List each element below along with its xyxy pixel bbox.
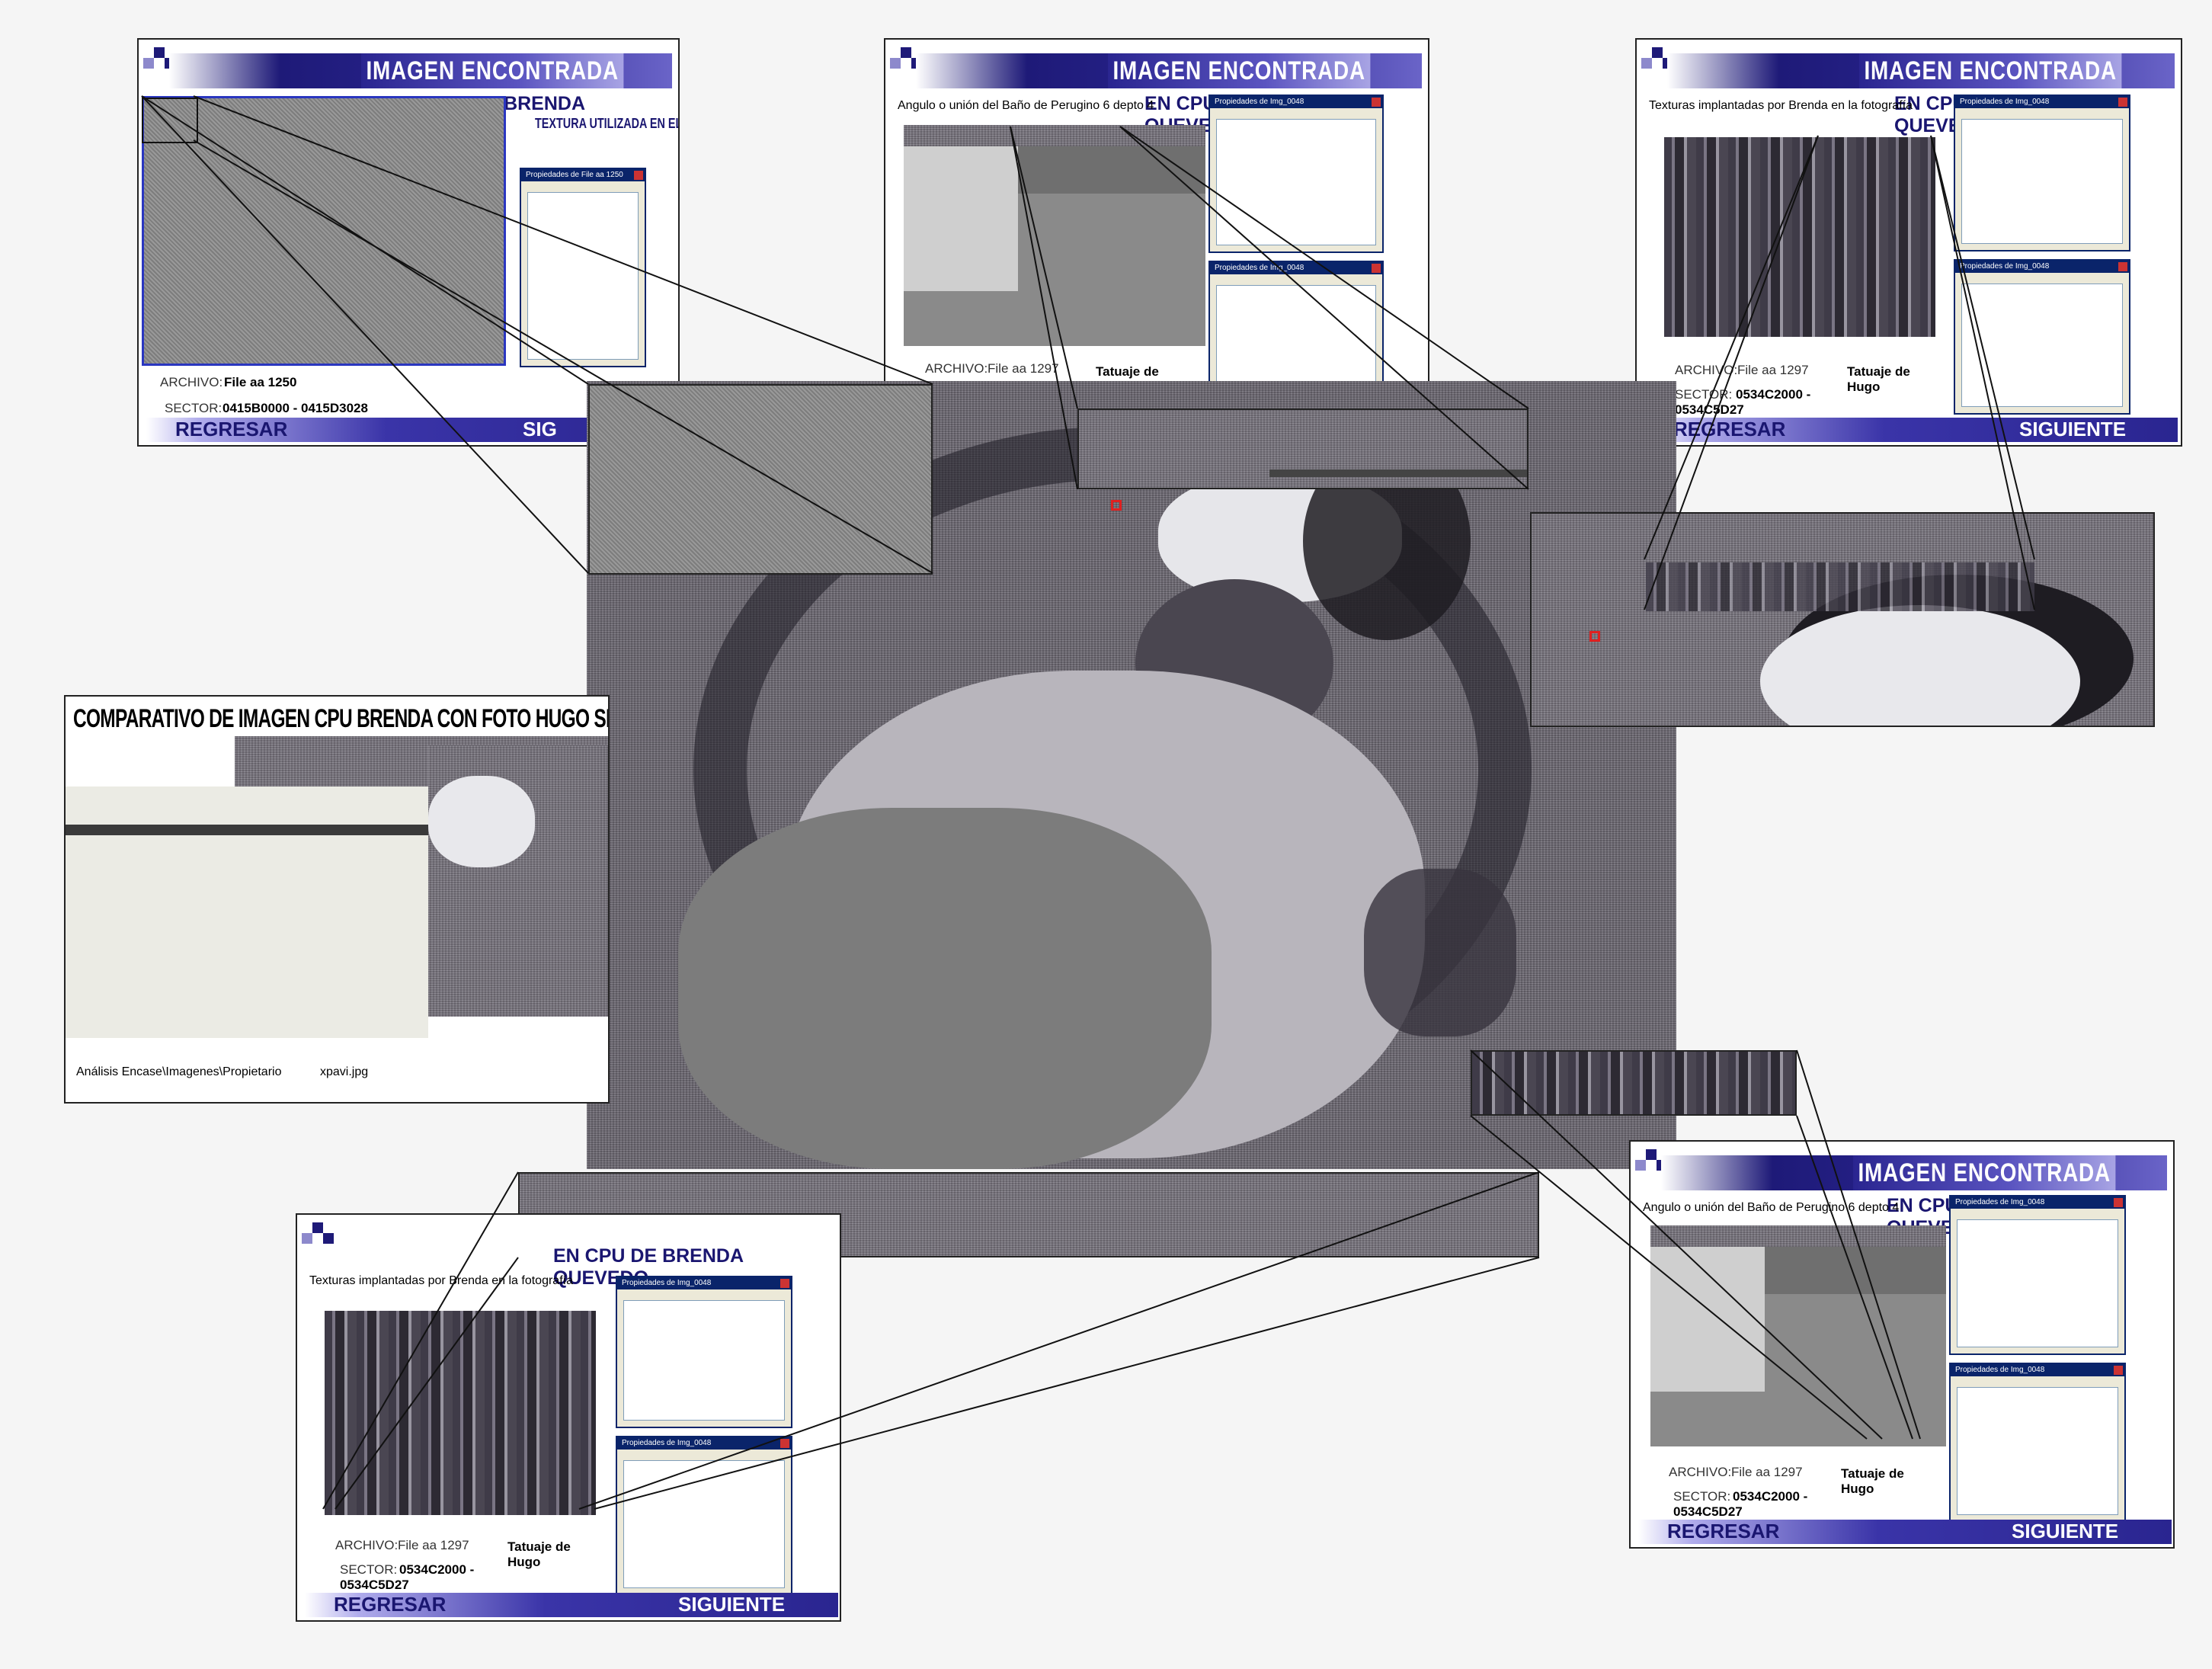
connector-line (335, 1257, 519, 1510)
connector-line (193, 139, 933, 574)
connector-line (1644, 135, 1819, 560)
connector-line (1644, 135, 1819, 610)
connector-line (1930, 135, 2035, 560)
connector-line (193, 95, 933, 385)
connector-line (1010, 126, 1078, 409)
connector-line (1796, 1115, 1913, 1440)
connector-line (578, 1171, 1540, 1510)
connector-line (1119, 126, 1529, 490)
connector-line (1010, 126, 1078, 490)
connector-line (1470, 1049, 1883, 1440)
forensic-collage: IMAGEN ENCONTRADA EN CPU DE BRENDA QUEVE… (0, 0, 2212, 1669)
connector-line (1796, 1049, 1921, 1440)
connector-lines (141, 95, 2035, 1510)
connector-line (322, 1171, 519, 1510)
connector-line (1470, 1115, 1868, 1440)
connector-line (1930, 135, 2035, 610)
connector-line (594, 1257, 1540, 1510)
connector-line (1119, 126, 1529, 409)
connector-line (141, 95, 589, 574)
